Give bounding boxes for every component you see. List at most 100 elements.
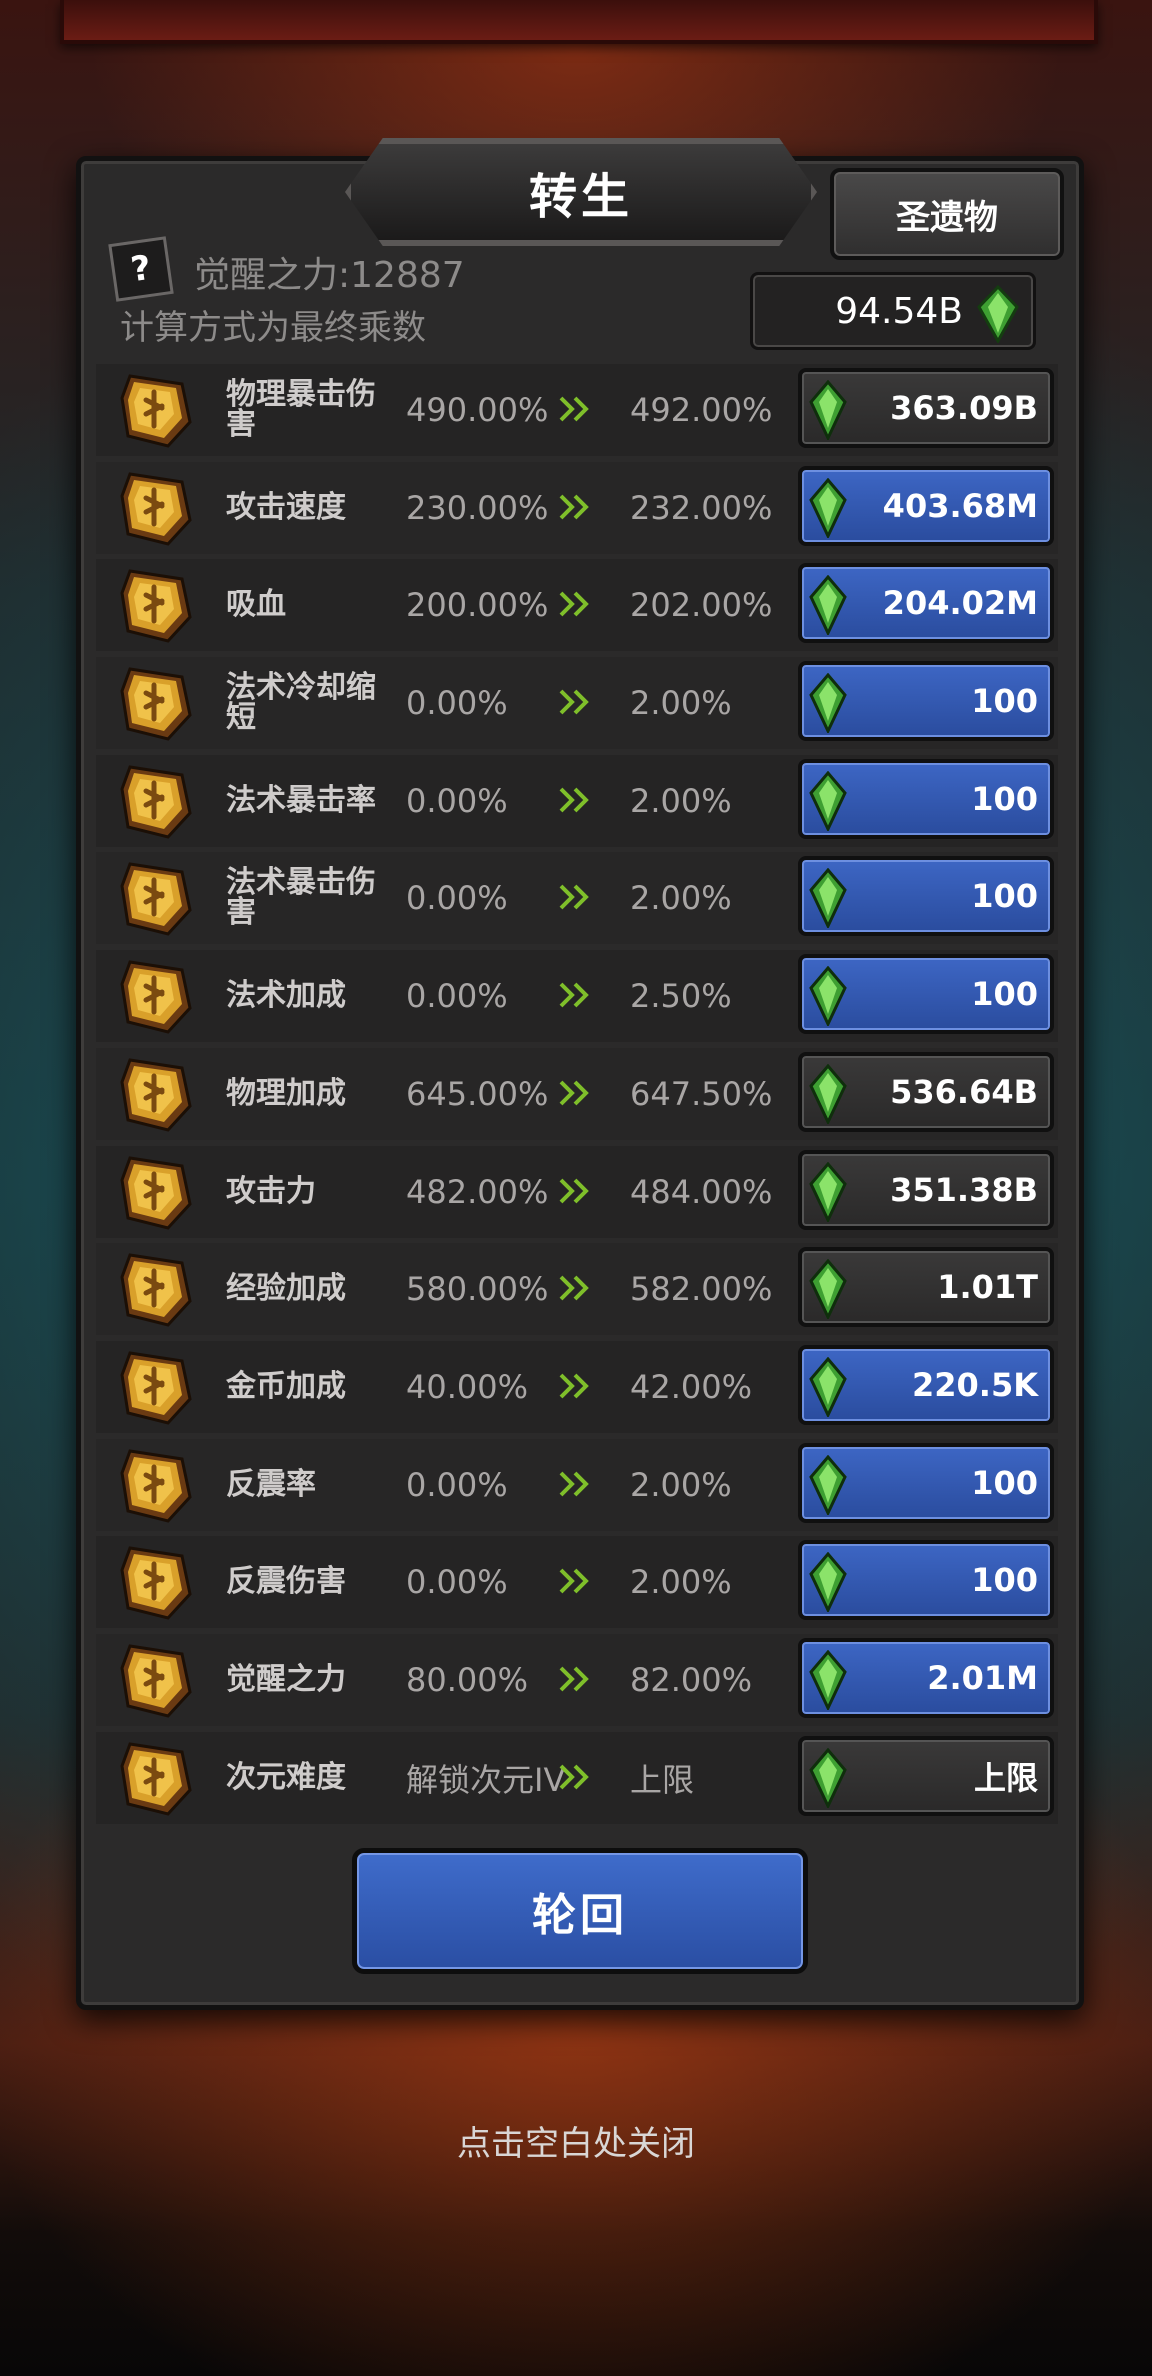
cost-amount: 204.02M: [882, 584, 1038, 623]
next-value: 492.00%: [630, 391, 773, 429]
green-gem-icon: [809, 966, 847, 1027]
double-arrow-icon: [559, 1764, 589, 1790]
upgrade-name: 物理加成: [226, 1075, 346, 1111]
current-value: 0.00%: [406, 781, 508, 820]
upgrade-cost-button[interactable]: 100: [798, 954, 1054, 1035]
upgrade-cost-button[interactable]: 2.01M: [798, 1637, 1054, 1718]
upgrade-name: 法术加成: [226, 978, 346, 1014]
rune-stone-icon: [120, 1058, 192, 1132]
next-value: 484.00%: [630, 1172, 773, 1211]
upgrade-cost-button[interactable]: 100: [798, 1540, 1054, 1621]
formula-note: 计算方式为最终乘数: [120, 308, 426, 348]
upgrade-name: 经验加成: [226, 1271, 346, 1307]
upgrade-name: 觉醒之力: [226, 1661, 346, 1697]
double-arrow-icon: [559, 396, 589, 422]
upgrade-cost-button[interactable]: 351.38B: [798, 1149, 1054, 1230]
close-hint[interactable]: 点击空白处关闭: [0, 2116, 1152, 2165]
green-gem-icon: [809, 868, 847, 929]
green-gem-icon: [809, 1063, 847, 1124]
upgrade-row: 法术加成 0.00% 2.50% 100: [96, 950, 1058, 1043]
green-gem-icon: [809, 575, 847, 636]
upgrade-row: 次元难度 解锁次元IV 上限 上限: [96, 1731, 1058, 1824]
rune-stone-icon: [120, 1155, 192, 1230]
current-value: 0.00%: [406, 879, 508, 918]
relic-button[interactable]: 圣遗物: [830, 168, 1064, 260]
upgrade-cost-button[interactable]: 100: [798, 856, 1054, 937]
rune-stone-icon: [120, 1741, 192, 1816]
upgrade-cost-button[interactable]: 536.64B: [798, 1051, 1054, 1132]
double-arrow-icon: [559, 1666, 589, 1692]
cost-amount: 403.68M: [882, 486, 1038, 525]
upgrade-cost-button[interactable]: 1.01T: [798, 1247, 1054, 1328]
upgrade-row: 经验加成 580.00% 582.00% 1.01T: [96, 1243, 1058, 1336]
upgrade-cost-button[interactable]: 403.68M: [798, 465, 1054, 546]
green-gem-icon: [809, 1356, 847, 1417]
next-value: 2.00%: [630, 1563, 732, 1602]
double-arrow-icon: [559, 1373, 589, 1399]
cost-amount: 536.64B: [890, 1072, 1038, 1111]
double-arrow-icon: [559, 689, 589, 715]
title-plate: 转生: [345, 138, 817, 246]
current-value: 645.00%: [406, 1074, 549, 1113]
rune-stone-icon: [120, 1546, 192, 1620]
cost-amount: 上限: [973, 1758, 1038, 1797]
next-value: 2.00%: [630, 879, 732, 918]
upgrade-row: 物理暴击伤害 490.00% 492.00% 363.09B: [96, 364, 1058, 456]
cost-amount: 100: [971, 877, 1038, 916]
cost-amount: 220.5K: [911, 1365, 1038, 1404]
green-gem-icon: [809, 1552, 847, 1613]
currency-amount: 94.54B: [835, 290, 963, 332]
next-value: 2.50%: [630, 977, 732, 1016]
upgrade-row: 法术暴击率 0.00% 2.00% 100: [96, 754, 1058, 847]
next-value: 2.00%: [630, 781, 732, 820]
green-gem-icon: [809, 770, 847, 831]
upgrade-row: 觉醒之力 80.00% 82.00% 2.01M: [96, 1633, 1058, 1726]
upgrade-cost-button[interactable]: 100: [798, 758, 1054, 839]
double-arrow-icon: [559, 1080, 589, 1106]
rune-stone-icon: [120, 1448, 192, 1523]
upgrade-list: 物理暴击伤害 490.00% 492.00% 363.09B 攻击速度 230.…: [96, 364, 1058, 1829]
double-arrow-icon: [559, 982, 589, 1008]
awaken-power-text: 觉醒之力:12887: [194, 255, 465, 296]
rune-stone-icon: [120, 1253, 192, 1327]
upgrade-name: 物理暴击伤害: [226, 377, 376, 442]
help-icon[interactable]: ?: [108, 236, 174, 302]
upgrade-name: 攻击速度: [226, 489, 346, 525]
upgrade-cost-button[interactable]: 上限: [798, 1735, 1054, 1816]
green-gem-icon: [809, 673, 847, 734]
upgrade-name: 法术冷却缩短: [226, 670, 376, 736]
upgrade-name: 金币加成: [226, 1368, 346, 1404]
upgrade-name: 反震伤害: [226, 1564, 346, 1600]
current-value: 200.00%: [406, 586, 549, 625]
upgrade-row: 反震率 0.00% 2.00% 100: [96, 1438, 1058, 1531]
upgrade-row: 金币加成 40.00% 42.00% 220.5K: [96, 1340, 1058, 1433]
upgrade-name: 次元难度: [226, 1759, 346, 1795]
green-gem-icon: [809, 1161, 847, 1222]
double-arrow-icon: [559, 1471, 589, 1496]
upgrade-name: 反震率: [226, 1466, 316, 1502]
green-gem-icon: [809, 1747, 847, 1808]
upgrade-name: 法术暴击率: [226, 782, 376, 818]
green-gem-icon: [809, 1454, 847, 1515]
double-arrow-icon: [559, 591, 589, 617]
current-value: 0.00%: [406, 684, 508, 723]
current-value: 580.00%: [406, 1270, 549, 1309]
double-arrow-icon: [559, 1178, 589, 1203]
upgrade-cost-button[interactable]: 100: [798, 1442, 1054, 1523]
double-arrow-icon: [559, 1275, 589, 1301]
upgrade-row: 反震伤害 0.00% 2.00% 100: [96, 1536, 1058, 1629]
cost-amount: 100: [971, 1463, 1038, 1502]
next-value: 2.00%: [630, 1465, 732, 1504]
upgrade-cost-button[interactable]: 220.5K: [798, 1344, 1054, 1425]
current-value: 482.00%: [406, 1172, 549, 1211]
cost-amount: 1.01T: [937, 1268, 1038, 1307]
next-value: 582.00%: [630, 1270, 773, 1309]
upgrade-cost-button[interactable]: 204.02M: [798, 563, 1054, 644]
reincarnate-button[interactable]: 轮回: [352, 1848, 808, 1974]
cost-amount: 100: [971, 975, 1038, 1014]
upgrade-cost-button[interactable]: 363.09B: [798, 368, 1054, 448]
green-gem-icon: [809, 477, 847, 538]
upgrade-cost-button[interactable]: 100: [798, 661, 1054, 742]
rune-stone-icon: [120, 1351, 192, 1425]
cost-amount: 351.38B: [890, 1170, 1038, 1209]
